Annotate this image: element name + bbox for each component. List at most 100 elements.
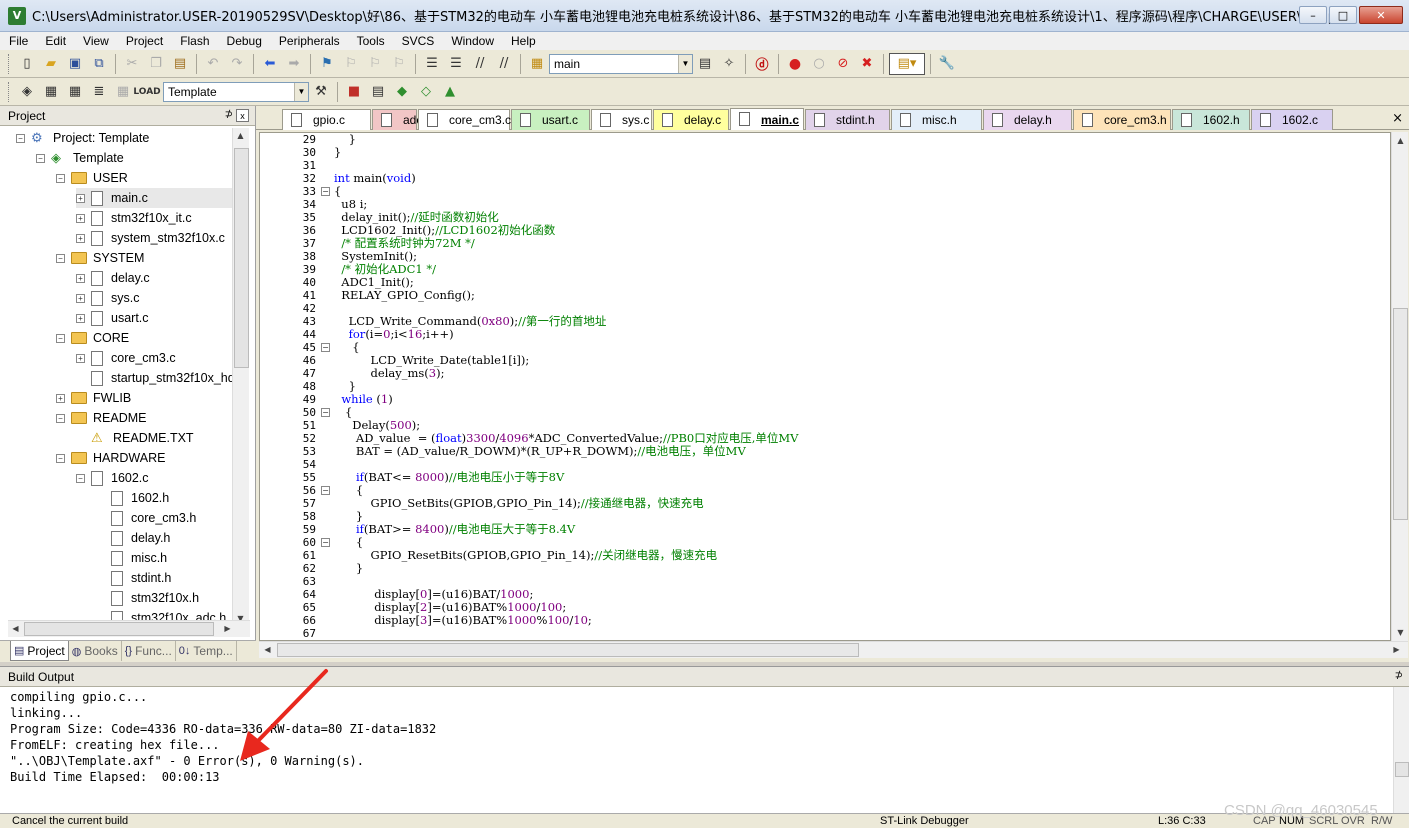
save-all-icon[interactable]: ⧉ bbox=[88, 53, 110, 75]
scroll-thumb[interactable] bbox=[1395, 762, 1409, 777]
menu-help[interactable]: Help bbox=[502, 32, 544, 50]
scroll-down-icon[interactable]: ▼ bbox=[1393, 628, 1408, 637]
tab-usart-c[interactable]: usart.c bbox=[511, 109, 590, 130]
code-line[interactable]: GPIO_SetBits(GPIOB,GPIO_Pin_14);//接通继电器，… bbox=[334, 497, 704, 510]
tree-item-core-cm3-h[interactable]: core_cm3.h bbox=[96, 508, 196, 528]
editor-horizontal-scrollbar[interactable]: ◀ ▶ bbox=[259, 641, 1408, 658]
tab-core-cm3-c[interactable]: core_cm3.c bbox=[418, 109, 511, 130]
select-packs-icon[interactable]: ◇ bbox=[415, 81, 437, 103]
tab-1602-h[interactable]: 1602.h bbox=[1172, 109, 1250, 130]
tab-temp[interactable]: 0↓ Temp... bbox=[176, 641, 237, 661]
collapse-icon[interactable]: − bbox=[36, 153, 45, 163]
code-line[interactable]: BAT = (AD_value/R_DOWM)*(R_UP+R_DOWM);//… bbox=[334, 445, 746, 458]
tree-item-core[interactable]: − CORE bbox=[56, 328, 129, 348]
minimize-button[interactable]: – bbox=[1299, 6, 1327, 24]
find-combo[interactable]: main ▼ bbox=[549, 53, 693, 74]
tree-item-stm32f10x-h[interactable]: stm32f10x.h bbox=[96, 588, 199, 608]
expand-icon[interactable]: + bbox=[76, 233, 85, 243]
enable-breakpoint-icon[interactable]: ○ bbox=[808, 53, 830, 75]
expand-icon[interactable]: + bbox=[76, 293, 85, 303]
tree-item-core-cm3-c[interactable]: + core_cm3.c bbox=[76, 348, 176, 368]
fold-toggle-icon[interactable]: − bbox=[321, 486, 330, 495]
code-editor[interactable]: 29 30 31 32 33 34 35 36 37 38 39 40 41 42 43 44 45 46 47 48… bbox=[259, 132, 1391, 641]
prev-bookmark-icon[interactable]: ⚐ bbox=[340, 53, 362, 75]
build-icon[interactable]: ▦ bbox=[40, 81, 62, 103]
tab-delay-h[interactable]: delay.h bbox=[983, 109, 1072, 130]
indent-icon[interactable]: ☰ bbox=[421, 53, 443, 75]
navigate-forward-icon[interactable]: ➡ bbox=[283, 53, 305, 75]
chevron-down-icon[interactable]: ▼ bbox=[294, 82, 308, 101]
file-extensions-icon[interactable]: ▤ bbox=[367, 81, 389, 103]
tree-item-usart-c[interactable]: + usart.c bbox=[76, 308, 149, 328]
tree-item-delay-h[interactable]: delay.h bbox=[96, 528, 170, 548]
scroll-right-icon[interactable]: ▶ bbox=[220, 624, 235, 633]
tree-vertical-scrollbar[interactable]: ▲ ▼ bbox=[232, 128, 249, 626]
tree-item-startup-stm32f10x-hd[interactable]: startup_stm32f10x_hd. bbox=[76, 368, 232, 388]
menu-view[interactable]: View bbox=[74, 32, 117, 50]
expand-icon[interactable]: + bbox=[56, 393, 65, 403]
menu-window[interactable]: Window bbox=[442, 32, 502, 50]
configure-icon[interactable]: 🔧 bbox=[936, 53, 958, 75]
tree-item-system-stm32f10x-c[interactable]: + system_stm32f10x.c bbox=[76, 228, 225, 248]
bookmark-icon[interactable]: ⚑ bbox=[316, 53, 338, 75]
collapse-icon[interactable]: − bbox=[56, 333, 65, 343]
menu-tools[interactable]: Tools bbox=[348, 32, 393, 50]
code-line[interactable]: GPIO_ResetBits(GPIOB,GPIO_Pin_14);//关闭继电… bbox=[334, 549, 718, 562]
tab-stdint-h[interactable]: stdint.h bbox=[805, 109, 890, 130]
next-bookmark-icon[interactable]: ⚐ bbox=[364, 53, 386, 75]
menu-flash[interactable]: Flash bbox=[171, 32, 217, 50]
scroll-left-icon[interactable]: ◀ bbox=[260, 645, 275, 654]
tree-item-readme[interactable]: − README bbox=[56, 408, 146, 428]
tab-project[interactable]: ▤ Project bbox=[10, 641, 69, 661]
manage-components-icon[interactable]: ■ bbox=[343, 81, 365, 103]
disable-all-breakpoints-icon[interactable]: ⊘ bbox=[832, 53, 854, 75]
code-line[interactable]: } bbox=[334, 146, 341, 159]
window-layout-icon[interactable]: ▤▾ bbox=[889, 52, 925, 75]
tree-item-stdint-h[interactable]: stdint.h bbox=[96, 568, 171, 588]
output-vertical-scrollbar[interactable] bbox=[1393, 687, 1409, 814]
expand-icon[interactable]: + bbox=[76, 353, 85, 363]
menu-file[interactable]: File bbox=[0, 32, 36, 50]
code-line[interactable]: if(BAT>= 8400)//电池电压大于等于8.4V bbox=[334, 523, 575, 536]
pin-icon[interactable]: ⊅ bbox=[225, 109, 233, 120]
stop-build-icon[interactable]: ▦ bbox=[112, 81, 134, 103]
scroll-up-icon[interactable]: ▲ bbox=[1393, 136, 1408, 145]
tab-sys-c[interactable]: sys.c bbox=[591, 109, 652, 130]
tab-delay-c[interactable]: delay.c bbox=[653, 109, 729, 130]
tree-item-system[interactable]: − SYSTEM bbox=[56, 248, 144, 268]
collapse-icon[interactable]: − bbox=[56, 453, 65, 463]
find-in-files-icon[interactable]: ▦ bbox=[526, 53, 548, 75]
scroll-thumb[interactable] bbox=[277, 643, 859, 657]
pin-icon[interactable]: ⊅ bbox=[1395, 670, 1403, 681]
chevron-down-icon[interactable]: ▼ bbox=[678, 54, 692, 73]
tree-item-hardware[interactable]: − HARDWARE bbox=[56, 448, 165, 468]
code-line[interactable]: if(BAT<= 8000)//电池电压小于等于8V bbox=[334, 471, 564, 484]
tab-func[interactable]: {} Func... bbox=[122, 641, 176, 661]
tree-item-stm32f10x-it-c[interactable]: + stm32f10x_it.c bbox=[76, 208, 192, 228]
tab-books[interactable]: ◍ Books bbox=[69, 641, 122, 661]
download-icon[interactable]: LOAD bbox=[133, 81, 160, 103]
tree-item-user[interactable]: − USER bbox=[56, 168, 128, 188]
expand-icon[interactable]: + bbox=[76, 193, 85, 203]
batch-build-icon[interactable]: ≣ bbox=[88, 81, 110, 103]
fold-toggle-icon[interactable]: − bbox=[321, 187, 330, 196]
new-file-icon[interactable]: ▯ bbox=[16, 53, 38, 75]
target-combo[interactable]: Template ▼ bbox=[163, 81, 309, 102]
code-text[interactable]: }} int main(void){ u8 i; delay_init();//延… bbox=[334, 133, 1390, 640]
unindent-icon[interactable]: ☰ bbox=[445, 53, 467, 75]
clear-bookmarks-icon[interactable]: ⚐ bbox=[388, 53, 410, 75]
find-icon[interactable]: ▤ bbox=[694, 53, 716, 75]
tab-gpio-c[interactable]: gpio.c bbox=[282, 109, 371, 130]
scroll-thumb[interactable] bbox=[1393, 308, 1408, 520]
tree-item-project-template[interactable]: − ⚙ Project: Template bbox=[16, 128, 149, 148]
close-tab-icon[interactable]: × bbox=[1392, 111, 1403, 126]
menu-peripherals[interactable]: Peripherals bbox=[270, 32, 348, 50]
code-line[interactable]: display[3]=(u16)BAT%1000%100/10; bbox=[334, 614, 592, 627]
comment-icon[interactable]: // bbox=[469, 53, 491, 75]
save-icon[interactable]: ▣ bbox=[64, 53, 86, 75]
expand-icon[interactable]: + bbox=[76, 313, 85, 323]
pack-installer-icon[interactable]: ◆ bbox=[391, 81, 413, 103]
tree-item-fwlib[interactable]: + FWLIB bbox=[56, 388, 131, 408]
fold-toggle-icon[interactable]: − bbox=[321, 408, 330, 417]
tree-horizontal-scrollbar[interactable]: ◀ ▶ bbox=[8, 620, 250, 637]
